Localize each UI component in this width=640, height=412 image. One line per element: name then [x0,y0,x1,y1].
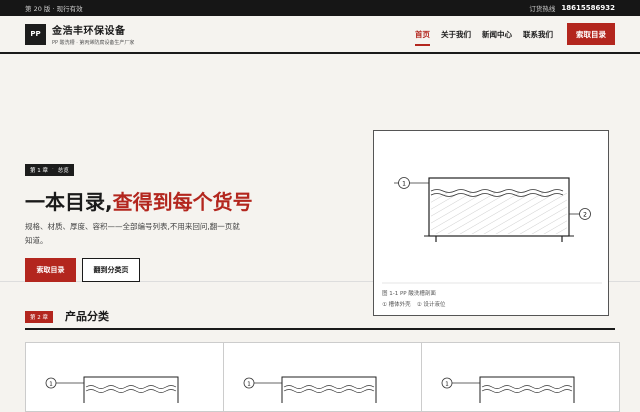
figure-callout-1: 1 [402,181,406,188]
chapter-separator: · [52,166,54,172]
brand-name[interactable]: 金浩丰环保设备 [52,22,134,37]
hotline: 订货热线 18615586932 [529,3,615,13]
section-heading: 第 2 章 产品分类 [25,308,615,330]
category-card[interactable]: 1 [421,342,620,412]
card-callout: 1 [445,382,449,388]
card-callout: 1 [49,382,53,388]
brand: 金浩丰环保设备 PP 酸洗槽 · 第丙烯防腐设备生产厂家 [52,22,134,46]
headline-red: 查得到每个货号 [112,190,253,214]
hotline-label: 订货热线 [529,5,556,13]
category-cards: 1 1 1 [25,342,620,412]
request-catalog-primary-button[interactable]: 索取目录 [25,258,76,282]
site-header: PP 金浩丰环保设备 PP 酸洗槽 · 第丙烯防腐设备生产厂家 首页 关于我们 … [0,16,640,54]
hotline-number[interactable]: 18615586932 [561,4,615,12]
brand-subtitle: PP 酸洗槽 · 第丙烯防腐设备生产厂家 [52,40,135,46]
chapter-name: 总览 [57,168,69,174]
nav-item-news[interactable]: 新闻中心 [482,26,512,43]
hero-headline: 一本目录,查得到每个货号 [25,186,253,215]
category-card[interactable]: 1 [223,342,422,412]
tank-thumbnail-icon: 1 [243,376,377,408]
nav-item-contact[interactable]: 联系我们 [523,26,553,43]
hero-section: 第 1 章 · 总览 一本目录,查得到每个货号 规格、材质、厚度、容积——全部编… [0,54,640,316]
request-catalog-button[interactable]: 索取目录 [567,23,615,45]
chapter-chip: 第 1 章 · 总览 [25,164,74,176]
chapter-2-number: 第 2 章 [30,315,48,321]
section-title: 产品分类 [65,310,109,323]
tank-thumbnail-icon: 1 [441,376,575,408]
product-categories-section: 第 2 章 产品分类 1 1 1 [0,284,640,412]
tank-thumbnail-icon: 1 [45,376,179,408]
figure-callout-2: 2 [583,212,587,219]
top-bar: 第 20 版 · 现行有效 订货热线 18615586932 [0,0,640,16]
nav-item-home[interactable]: 首页 [415,26,430,46]
category-card[interactable]: 1 [25,342,224,412]
edition-text: 第 20 版 · 现行有效 [25,5,83,13]
card-callout: 1 [247,382,251,388]
hero-description: 规格、材质、厚度、容积——全部编号列表,不用来回问,翻一页就知道。 [25,222,240,245]
chapter-number: 第 1 章 [30,168,48,174]
chapter-2-chip: 第 2 章 [25,311,53,323]
nav-item-about[interactable]: 关于我们 [441,26,471,43]
go-to-categories-button[interactable]: 翻到分类页 [82,258,140,282]
main-nav: 首页 关于我们 新闻中心 联系我们 索取目录 [415,23,615,46]
headline-black: 一本目录, [25,190,113,214]
logo[interactable]: PP [25,23,46,45]
